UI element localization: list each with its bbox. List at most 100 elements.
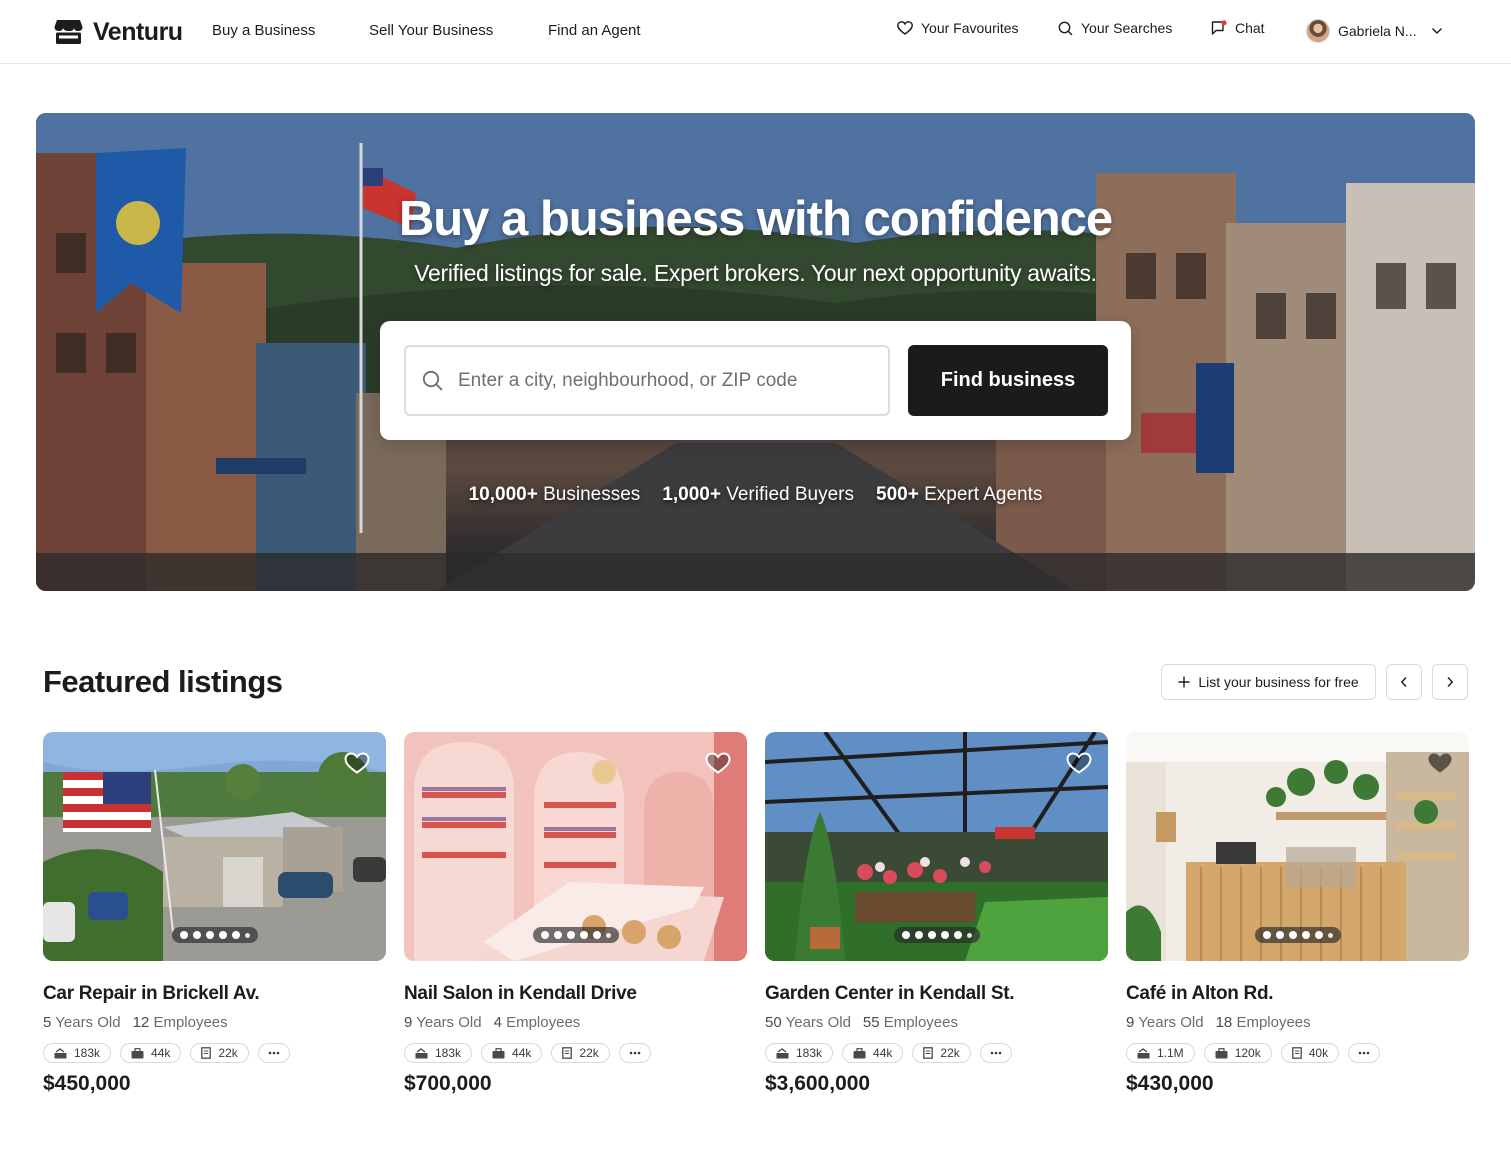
pagination-dot[interactable] [927, 931, 936, 939]
pagination-dot[interactable] [192, 931, 201, 939]
stat-agents: 500+ Expert Agents [876, 484, 1042, 506]
listing-card-car-repair[interactable]: Car Repair in Brickell Av. 5 Years Old 12… [43, 732, 386, 1112]
revenue-chip: 1.1M [1126, 1043, 1195, 1063]
nav-buy-business[interactable]: Buy a Business [212, 22, 315, 39]
pagination-dot[interactable] [1275, 931, 1284, 939]
employees-value: 4 [493, 1014, 502, 1031]
nav-chat[interactable]: Chat [1211, 20, 1265, 36]
nav-searches[interactable]: Your Searches [1058, 20, 1172, 36]
favourite-button[interactable] [1427, 750, 1453, 776]
photo-pagination[interactable] [1254, 927, 1341, 943]
hero-subtitle: Verified listings for sale. Expert broke… [414, 260, 1097, 286]
revenue-value: 183k [435, 1046, 462, 1060]
listing-title[interactable]: Nail Salon in Kendall Drive [404, 983, 637, 1005]
location-search-field[interactable] [404, 345, 890, 416]
listing-card-nail-salon[interactable]: Nail Salon in Kendall Drive 9 Years Old 4… [404, 732, 747, 1112]
years-value: 5 [43, 1014, 52, 1031]
listing-title[interactable]: Café in Alton Rd. [1126, 983, 1274, 1005]
receipt-icon [923, 1047, 934, 1059]
receipt-icon [1291, 1047, 1302, 1059]
favourite-button[interactable] [705, 750, 731, 776]
pagination-dot[interactable] [914, 931, 923, 939]
listing-title[interactable]: Garden Center in Kendall St. [765, 983, 1015, 1005]
revenue-value: 183k [796, 1046, 823, 1060]
more-details-button[interactable] [979, 1043, 1012, 1063]
brand-logo[interactable]: Venturu [54, 18, 183, 46]
listing-title[interactable]: Car Repair in Brickell Av. [43, 983, 260, 1005]
listing-photo[interactable] [404, 732, 747, 961]
pagination-dot[interactable] [605, 932, 611, 938]
photo-pagination[interactable] [171, 927, 258, 943]
pagination-dot[interactable] [1327, 932, 1333, 938]
receipt-icon [201, 1047, 212, 1059]
revenue-chip: 183k [43, 1043, 112, 1063]
pagination-dot[interactable] [205, 931, 214, 939]
carousel-prev-button[interactable] [1386, 664, 1422, 700]
find-business-button[interactable]: Find business [908, 345, 1108, 416]
nav-sell-business[interactable]: Sell Your Business [369, 22, 493, 39]
pagination-dot[interactable] [553, 931, 562, 939]
listing-photo[interactable] [765, 732, 1108, 961]
hero-stats: 10,000+ Businesses 1,000+ Verified Buyer… [36, 484, 1475, 506]
financial-chips: 183k 44k 22k [43, 1043, 290, 1063]
listing-card-garden-center[interactable]: Garden Center in Kendall St. 50 Years Ol… [765, 732, 1108, 1112]
pagination-dot[interactable] [901, 931, 910, 939]
listing-photo[interactable] [43, 732, 386, 961]
more-details-button[interactable] [1348, 1043, 1381, 1063]
listing-card-cafe[interactable]: Café in Alton Rd. 9 Years Old 18 Employee… [1126, 732, 1469, 1112]
more-dots-icon [1358, 1051, 1370, 1055]
revenue-value: 1.1M [1157, 1046, 1184, 1060]
hero-banner: Buy a business with confidence Verified … [36, 113, 1475, 591]
more-dots-icon [990, 1051, 1002, 1055]
pagination-dot[interactable] [1288, 931, 1297, 939]
photo-pagination[interactable] [532, 927, 619, 943]
pagination-dot[interactable] [579, 931, 588, 939]
more-details-button[interactable] [618, 1043, 651, 1063]
employees-value: 18 [1215, 1014, 1233, 1031]
favourite-button[interactable] [344, 750, 370, 776]
expenses-value: 22k [940, 1046, 960, 1060]
pagination-dot[interactable] [1314, 931, 1323, 939]
cashflow-chip: 44k [120, 1043, 182, 1063]
revenue-icon [776, 1047, 789, 1058]
cashflow-chip: 120k [1203, 1043, 1272, 1063]
listing-meta: 5 Years Old 12 Employees [43, 1014, 228, 1031]
photo-pagination[interactable] [893, 927, 980, 943]
list-business-free-button[interactable]: List your business for free [1161, 664, 1376, 700]
nav-favourites[interactable]: Your Favourites [897, 20, 1019, 36]
pagination-dot[interactable] [940, 931, 949, 939]
top-nav-bar: Venturu Buy a Business Sell Your Busines… [0, 0, 1511, 64]
receipt-icon [562, 1047, 573, 1059]
pagination-dot[interactable] [953, 931, 962, 939]
cashflow-value: 120k [1234, 1046, 1261, 1060]
cashflow-chip: 44k [842, 1043, 904, 1063]
pagination-dot[interactable] [231, 931, 240, 939]
search-card: Find business [380, 321, 1131, 440]
pagination-dot[interactable] [244, 932, 250, 938]
stat-businesses: 10,000+ Businesses [469, 484, 641, 506]
user-menu[interactable]: Gabriela N... [1306, 19, 1443, 43]
pagination-dot[interactable] [1262, 931, 1271, 939]
pagination-dot[interactable] [592, 931, 601, 939]
pagination-dot[interactable] [966, 932, 972, 938]
pagination-dot[interactable] [218, 931, 227, 939]
location-search-input[interactable] [458, 369, 858, 392]
carousel-next-button[interactable] [1432, 664, 1468, 700]
pagination-dot[interactable] [566, 931, 575, 939]
listing-meta: 50 Years Old 55 Employees [765, 1014, 958, 1031]
nav-find-agent[interactable]: Find an Agent [548, 22, 641, 39]
listing-price: $450,000 [43, 1072, 131, 1095]
more-dots-icon [268, 1051, 280, 1055]
more-details-button[interactable] [257, 1043, 290, 1063]
revenue-icon [1137, 1047, 1150, 1058]
pagination-dot[interactable] [540, 931, 549, 939]
avatar [1306, 19, 1330, 43]
pagination-dot[interactable] [179, 931, 188, 939]
listing-photo[interactable] [1126, 732, 1469, 961]
expenses-chip: 22k [912, 1043, 971, 1063]
cashflow-value: 44k [151, 1046, 171, 1060]
hero-title: Buy a business with confidence [398, 192, 1113, 246]
favourite-button[interactable] [1066, 750, 1092, 776]
heart-icon [897, 21, 913, 35]
pagination-dot[interactable] [1301, 931, 1310, 939]
